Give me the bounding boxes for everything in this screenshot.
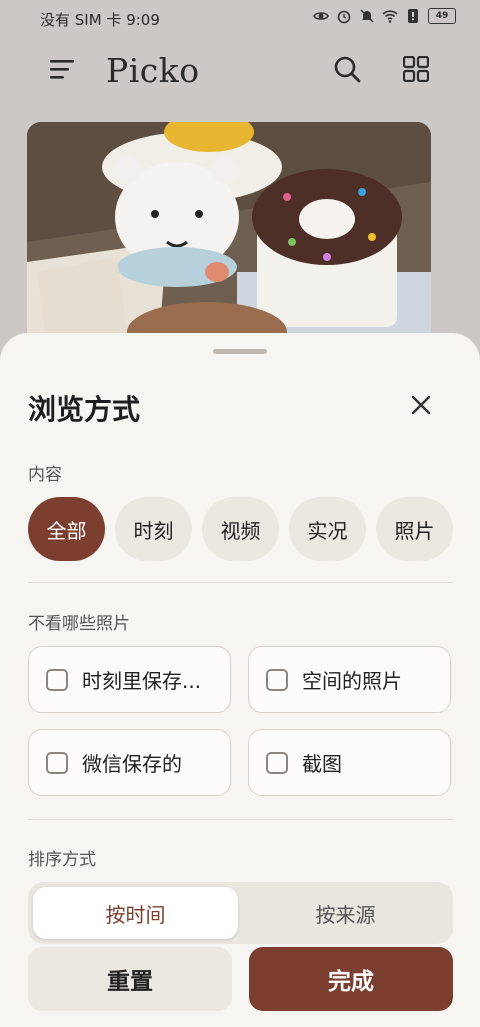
- sort-section-label: 排序方式: [28, 850, 96, 870]
- exclude-section-label: 不看哪些照片: [28, 614, 130, 634]
- chip-live[interactable]: 实况: [289, 497, 366, 561]
- content-chip-group: 全部 时刻 视频 实况 照片: [28, 497, 453, 561]
- exclude-option-wechat[interactable]: 微信保存的: [28, 729, 231, 796]
- divider: [28, 819, 453, 820]
- status-icons: 49: [313, 8, 456, 24]
- content-section-label: 内容: [28, 465, 62, 485]
- alarm-icon: [337, 10, 351, 24]
- exclude-option-label: 时刻里保存...: [82, 669, 202, 693]
- sort-segmented-control: 按时间 按来源: [28, 882, 453, 944]
- search-icon[interactable]: [333, 55, 361, 83]
- chip-photos[interactable]: 照片: [376, 497, 453, 561]
- status-carrier-time: 没有 SIM 卡 9:09: [40, 11, 160, 29]
- notice-icon: [408, 9, 418, 23]
- app-title: Picko: [106, 51, 200, 90]
- exclude-option-label: 微信保存的: [82, 752, 182, 776]
- sheet-title: 浏览方式: [28, 393, 141, 426]
- app-bar: Picko: [0, 38, 480, 102]
- menu-icon[interactable]: [50, 58, 76, 80]
- browse-mode-sheet: 浏览方式 内容 全部 时刻 视频 实况 照片 不看哪些照片 时刻里保存... 空…: [0, 333, 480, 1027]
- reset-button[interactable]: 重置: [28, 947, 232, 1011]
- status-bar: 没有 SIM 卡 9:09 49: [0, 0, 480, 38]
- drag-handle[interactable]: [213, 349, 267, 354]
- close-icon[interactable]: [405, 389, 437, 421]
- grid-icon[interactable]: [403, 56, 429, 82]
- eye-icon: [313, 12, 329, 20]
- exclude-option-label: 空间的照片: [302, 669, 402, 693]
- mute-icon: [360, 9, 374, 23]
- chip-moments[interactable]: 时刻: [115, 497, 192, 561]
- exclude-option-label: 截图: [302, 752, 342, 776]
- exclude-option-moments[interactable]: 时刻里保存...: [28, 646, 231, 713]
- checkbox[interactable]: [46, 668, 68, 691]
- chip-videos[interactable]: 视频: [202, 497, 279, 561]
- sort-by-source-button[interactable]: 按来源: [243, 887, 448, 939]
- exclude-option-space[interactable]: 空间的照片: [248, 646, 451, 713]
- checkbox[interactable]: [46, 751, 68, 774]
- sort-by-time-button[interactable]: 按时间: [33, 887, 238, 939]
- photo-thumbnail[interactable]: [27, 122, 431, 362]
- chip-all[interactable]: 全部: [28, 497, 105, 561]
- done-button[interactable]: 完成: [249, 947, 453, 1011]
- battery-indicator: 49: [428, 8, 456, 24]
- checkbox[interactable]: [266, 668, 288, 691]
- divider: [28, 582, 453, 583]
- photo-image: [27, 122, 431, 362]
- checkbox[interactable]: [266, 751, 288, 774]
- exclude-option-screenshots[interactable]: 截图: [248, 729, 451, 796]
- wifi-icon: [382, 10, 398, 23]
